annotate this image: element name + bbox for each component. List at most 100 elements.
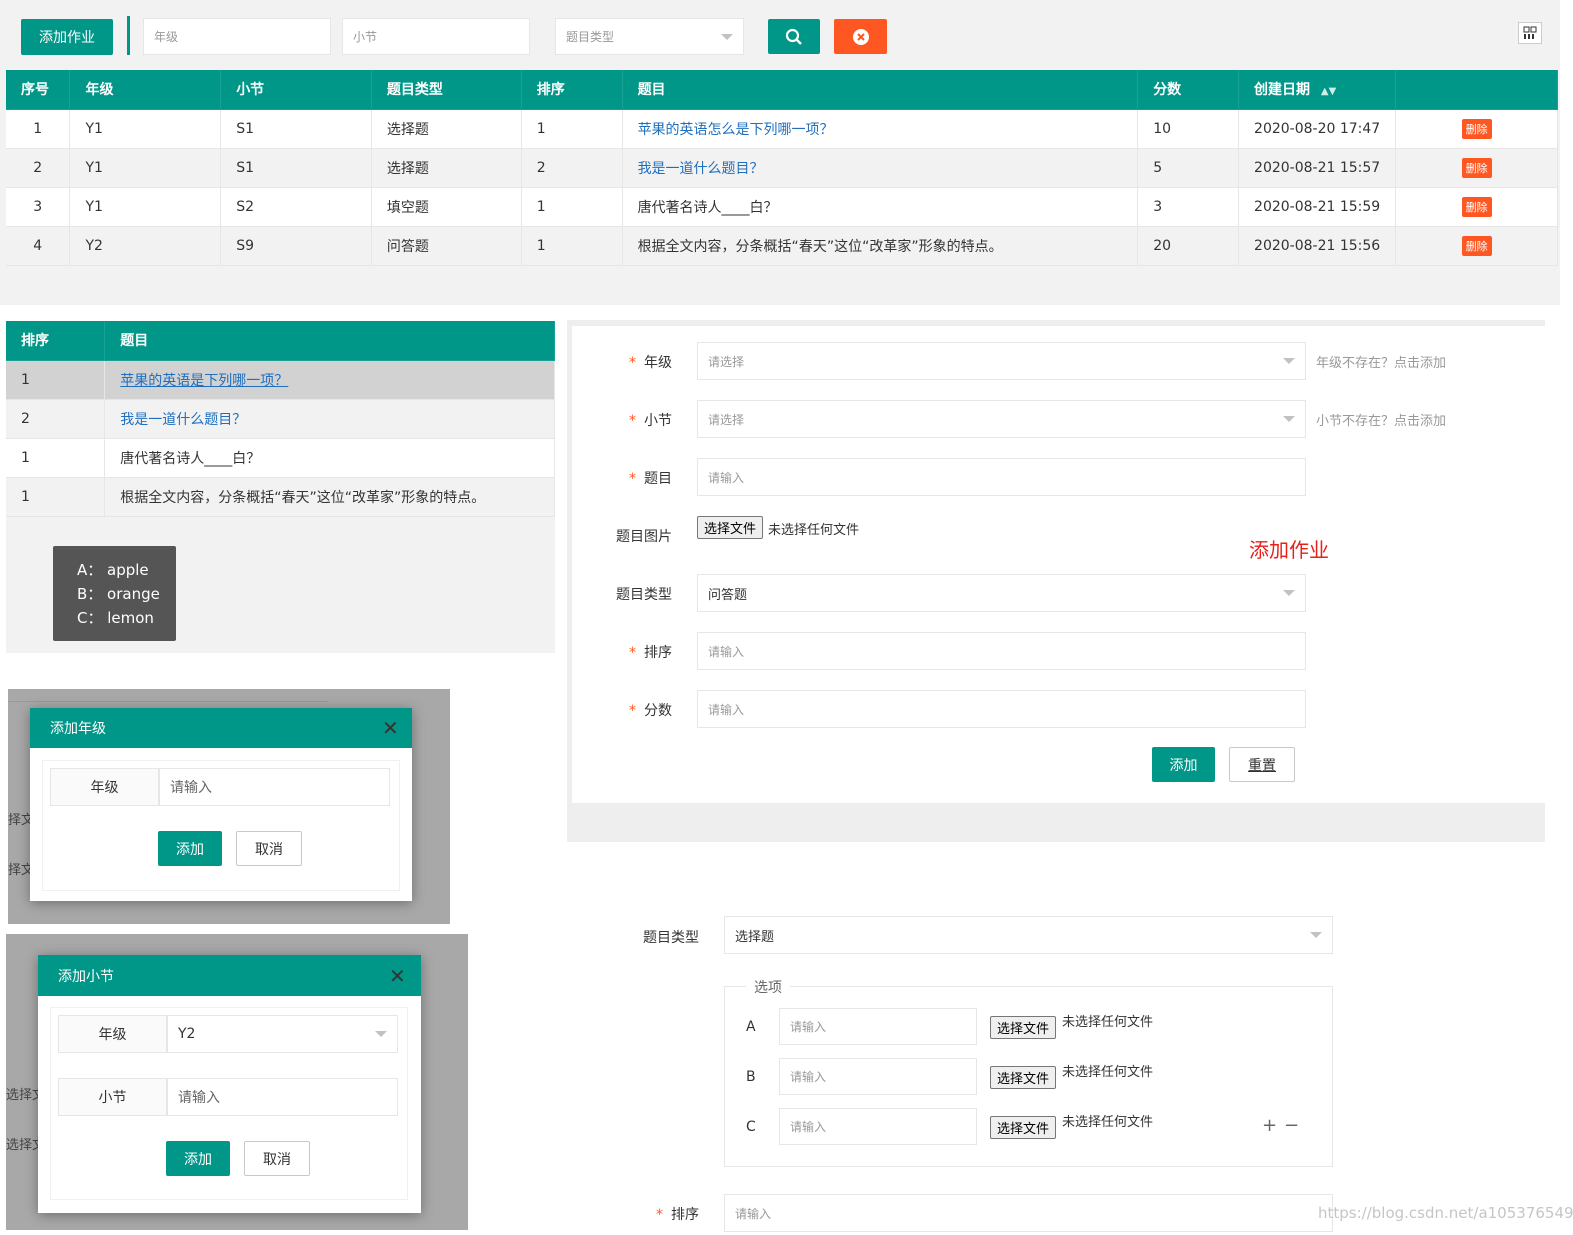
chevron-down-icon [1310,932,1322,938]
add-section-dialog: 添加小节 ✕ 年级 Y2 小节 请输入 添加 取消 [38,955,421,1213]
chevron-down-icon [721,33,733,40]
chevron-down-icon [375,1031,387,1037]
add-homework-button[interactable]: 添加作业 [21,19,113,55]
cell-order: 2 [6,399,106,439]
cell-question-link[interactable]: 我是一道什么题目？ [104,399,555,439]
type-select[interactable]: 问答题 [697,574,1306,612]
close-icon[interactable]: ✕ [389,966,406,986]
score-label: * 分数 [629,703,672,719]
search-button[interactable] [768,19,820,54]
clear-button[interactable] [834,19,887,54]
cell-question-link[interactable]: 我是一道什么题目？ [622,148,1139,188]
grade-dialog-submit-button[interactable]: 添加 [158,831,222,866]
table-row[interactable]: 1 根据全文内容，分条概括“春天”这位“改革家”形象的特点。 [6,477,555,517]
choice-type-select[interactable]: 选择题 [724,916,1333,954]
option-file-button-a[interactable]: 选择文件 [990,1016,1057,1039]
col-header-no[interactable]: 序号 [6,70,71,110]
question-input[interactable]: 请输入 [697,458,1306,496]
col-header-question[interactable]: 题目 [622,70,1139,110]
type-filter-select[interactable]: 题目类型 [555,18,744,55]
delete-button[interactable]: 删除 [1461,118,1492,139]
cell-question-link[interactable]: 苹果的英语是下列哪一项？ [104,360,555,400]
table-row[interactable]: 2 我是一道什么题目？ [6,399,555,439]
cell-order: 1 [6,438,106,478]
cell-order: 1 [521,226,623,266]
chevron-down-icon [1283,358,1295,364]
cell-grade: Y1 [69,109,222,149]
form-caption: 添加作业 [1249,538,1329,562]
section-dialog-grade-select[interactable]: Y2 [167,1015,398,1053]
cell-type: 填空题 [371,187,522,227]
cell-no: 1 [6,109,71,149]
table-row[interactable]: 1 唐代著名诗人____白？ [6,438,555,478]
col-header-question[interactable]: 题目 [104,321,555,361]
add-option-icon[interactable]: + [1262,1115,1277,1136]
tooltip-option-a: A： apple [77,561,149,579]
section-label: * 小节 [629,413,672,429]
add-grade-link[interactable]: 年级不存在？点击添加 [1316,352,1446,371]
sort-icon[interactable]: ▲▼ [1321,86,1336,97]
search-icon [785,28,802,45]
grade-field-input[interactable]: 请输入 [159,768,390,806]
option-input-a[interactable]: 请输入 [779,1008,977,1045]
table-row[interactable]: 2 Y1 S1 选择题 2 我是一道什么题目？ 5 2020-08-21 15:… [6,148,1558,188]
order-input[interactable]: 请输入 [697,632,1306,670]
table-row[interactable]: 1 Y1 S1 选择题 1 苹果的英语怎么是下列哪一项？ 10 2020-08-… [6,109,1558,149]
cell-date: 2020-08-21 15:59 [1238,187,1397,227]
option-file-button-c[interactable]: 选择文件 [990,1116,1057,1139]
cell-grade: Y2 [69,226,222,266]
close-icon[interactable]: ✕ [382,718,399,738]
col-header-order[interactable]: 排序 [521,70,623,110]
choice-order-input[interactable]: 请输入 [724,1194,1333,1232]
section-dialog-section-input[interactable]: 请输入 [167,1078,398,1116]
score-input[interactable]: 请输入 [697,690,1306,728]
section-select[interactable]: 请选择 [697,400,1306,438]
cell-date: 2020-08-20 17:47 [1238,109,1397,149]
section-dialog-section-label: 小节 [58,1078,167,1116]
cell-no: 4 [6,226,71,266]
homework-table: 序号 年级 小节 题目类型 排序 题目 分数 创建日期 ▲▼ 1 Y1 S1 选… [6,70,1558,266]
table-header-row: 序号 年级 小节 题目类型 排序 题目 分数 创建日期 ▲▼ [6,70,1558,110]
option-input-b[interactable]: 请输入 [779,1058,977,1095]
submit-button[interactable]: 添加 [1152,747,1215,782]
table-row[interactable]: 1 苹果的英语是下列哪一项？ [6,360,555,400]
type-filter-placeholder: 题目类型 [566,30,615,44]
grade-select[interactable]: 请选择 [697,342,1306,380]
cell-order: 1 [6,360,106,400]
columns-icon [1523,26,1537,39]
column-toggle-button[interactable] [1518,22,1542,44]
cell-section: S2 [220,187,372,227]
choose-file-button[interactable]: 选择文件 [697,516,764,539]
grade-dialog-cancel-button[interactable]: 取消 [236,831,302,866]
delete-button[interactable]: 删除 [1461,157,1492,178]
table-row[interactable]: 4 Y2 S9 问答题 1 根据全文内容，分条概括“春天”这位“改革家”形象的特… [6,226,1558,266]
col-header-score[interactable]: 分数 [1137,70,1240,110]
question-table: 排序 题目 1 苹果的英语是下列哪一项？ 2 我是一道什么题目？ 1 唐代著名诗… [6,321,555,517]
table-row[interactable]: 3 Y1 S2 填空题 1 唐代著名诗人____白？ 3 2020-08-21 … [6,187,1558,227]
delete-button[interactable]: 删除 [1461,235,1492,256]
reset-button[interactable]: 重置 [1229,747,1295,782]
tooltip-option-b: B： orange [77,585,160,603]
delete-button[interactable]: 删除 [1461,196,1492,217]
section-filter-input[interactable]: 小节 [342,18,530,55]
col-header-date[interactable]: 创建日期 ▲▼ [1238,70,1397,110]
dialog-title: 添加年级 [30,708,412,748]
col-header-section[interactable]: 小节 [220,70,372,110]
col-header-date-label: 创建日期 [1254,82,1311,99]
grade-filter-input[interactable]: 年级 [143,18,331,55]
option-file-button-b[interactable]: 选择文件 [990,1066,1057,1089]
add-section-link[interactable]: 小节不存在？点击添加 [1316,410,1446,429]
section-dialog-submit-button[interactable]: 添加 [166,1141,230,1176]
option-file-status-a: 未选择任何文件 [1062,1015,1154,1030]
col-header-grade[interactable]: 年级 [69,70,222,110]
col-header-type[interactable]: 题目类型 [371,70,522,110]
option-input-c[interactable]: 请输入 [779,1108,977,1145]
cell-question: 唐代著名诗人____白？ [622,187,1139,227]
section-dialog-cancel-button[interactable]: 取消 [244,1141,310,1176]
cell-type: 选择题 [371,148,522,188]
remove-option-icon[interactable]: − [1284,1115,1299,1136]
cell-date: 2020-08-21 15:56 [1238,226,1397,266]
cell-question-link[interactable]: 苹果的英语怎么是下列哪一项？ [622,109,1139,149]
col-header-order[interactable]: 排序 [6,321,106,361]
option-letter-a: A [746,1019,756,1035]
